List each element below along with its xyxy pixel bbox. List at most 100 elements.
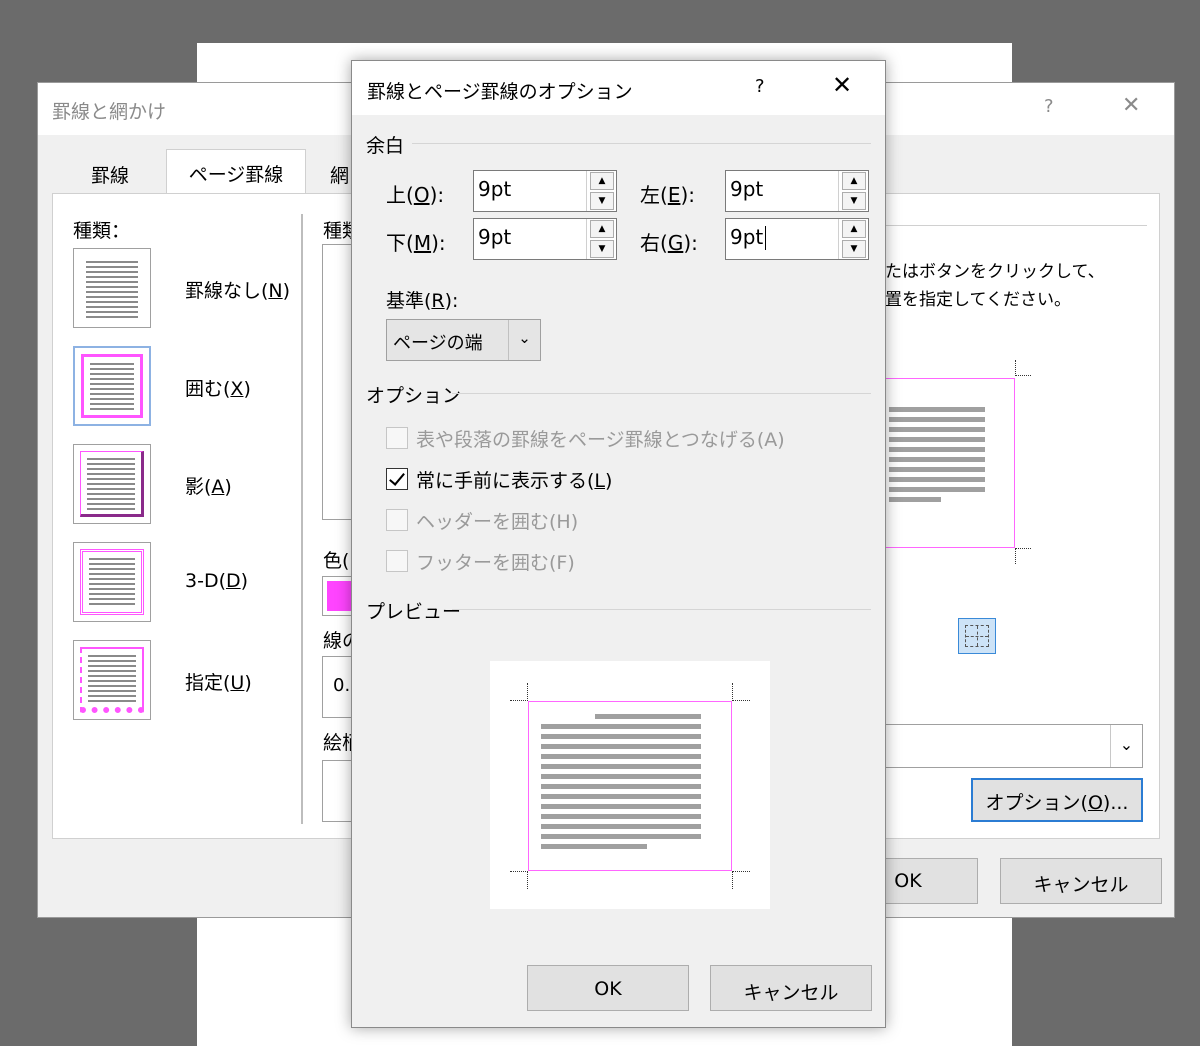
surround-footer-checkbox[interactable] — [386, 550, 408, 572]
text-line — [87, 503, 135, 505]
tab-borders[interactable]: 罫線 — [53, 151, 167, 193]
page-thumbnail — [80, 549, 144, 615]
setting-label-custom: 指定(U) — [185, 672, 252, 694]
setting-label-box: 囲む(X) — [185, 378, 251, 400]
close-icon[interactable]: ✕ — [1122, 93, 1140, 118]
close-icon[interactable]: ✕ — [832, 71, 852, 99]
top-margin-spinner[interactable]: 9pt ▲ ▼ — [473, 170, 617, 212]
text-line — [86, 281, 138, 283]
text-line — [89, 598, 135, 600]
spin-down-icon[interactable]: ▼ — [590, 192, 614, 210]
spin-up-icon[interactable]: ▲ — [590, 172, 614, 190]
page-thumbnail — [80, 255, 144, 321]
right-margin-value[interactable]: 9pt — [730, 225, 763, 249]
border-options-dialog: 罫線とページ罫線のオプション ? ✕ 余白 上(O): 9pt ▲ ▼ 左(E):… — [351, 60, 886, 1028]
apply-to-select[interactable]: ⌄ — [885, 724, 1143, 768]
right-margin-label: 右(G): — [640, 231, 698, 255]
text-line — [89, 593, 135, 595]
text-line — [89, 568, 135, 570]
spin-up-icon[interactable]: ▲ — [842, 172, 866, 190]
text-line — [86, 296, 138, 298]
page-thumbnail — [80, 451, 144, 517]
preview-group-label: プレビュー — [366, 601, 462, 623]
text-line — [87, 493, 135, 495]
text-line — [90, 393, 134, 395]
chevron-down-icon: ⌄ — [1110, 725, 1142, 767]
right-margin-spinner[interactable]: 9pt ▲ ▼ — [725, 218, 869, 260]
text-line — [90, 383, 134, 385]
text-line — [90, 373, 134, 375]
help-button[interactable]: ? — [1044, 96, 1054, 117]
help-button[interactable]: ? — [755, 76, 765, 97]
text-line — [86, 316, 138, 318]
join-borders-checkbox[interactable] — [386, 427, 408, 449]
setting-header: 種類： — [73, 220, 131, 242]
text-line — [86, 286, 138, 288]
corner-mark — [732, 871, 750, 889]
bottom-margin-value[interactable]: 9pt — [478, 225, 511, 249]
options-button[interactable]: オプション(O)... — [971, 778, 1143, 822]
text-line — [90, 398, 134, 400]
surround-header-checkbox[interactable] — [386, 509, 408, 531]
bottom-margin-spinner[interactable]: 9pt ▲ ▼ — [473, 218, 617, 260]
text-line — [87, 478, 135, 480]
setting-3d[interactable] — [73, 542, 151, 622]
setting-none[interactable] — [73, 248, 151, 328]
text-caret — [765, 226, 766, 250]
text-line — [86, 276, 138, 278]
always-front-checkbox[interactable] — [386, 468, 408, 490]
bottom-margin-label: 下(M): — [386, 231, 446, 255]
left-margin-spinner[interactable]: 9pt ▲ ▼ — [725, 170, 869, 212]
text-line — [89, 588, 135, 590]
preview-divider — [885, 225, 1147, 226]
chevron-down-icon: ⌄ — [508, 320, 540, 360]
spin-down-icon[interactable]: ▼ — [590, 240, 614, 258]
text-line — [90, 388, 134, 390]
border-grid-button[interactable] — [958, 618, 996, 654]
setting-custom[interactable] — [73, 640, 151, 720]
text-line — [88, 665, 136, 667]
text-line — [86, 311, 138, 313]
tab-page-border[interactable]: ページ罫線 — [166, 149, 306, 195]
color-label: 色( — [323, 550, 350, 572]
spin-down-icon[interactable]: ▼ — [842, 192, 866, 210]
setting-label-none: 罫線なし(N) — [185, 280, 291, 302]
text-line — [90, 408, 134, 410]
text-line — [89, 578, 135, 580]
left-margin-value[interactable]: 9pt — [730, 177, 763, 201]
group-divider — [452, 609, 871, 610]
setting-label-shadow: 影(A) — [185, 476, 232, 498]
text-line — [89, 558, 135, 560]
basis-label: 基準(R): — [386, 290, 459, 312]
spin-down-icon[interactable]: ▼ — [842, 240, 866, 258]
spin-up-icon[interactable]: ▲ — [842, 220, 866, 238]
setting-label-3d: 3-D(D) — [185, 570, 249, 592]
ok-button[interactable]: OK — [527, 965, 689, 1011]
text-line — [88, 655, 136, 657]
cancel-button[interactable]: キャンセル — [710, 965, 872, 1011]
text-line — [87, 473, 135, 475]
text-line — [88, 695, 136, 697]
cancel-button[interactable]: キャンセル — [1000, 858, 1162, 904]
preview-area — [490, 661, 770, 909]
text-line — [88, 700, 136, 702]
group-divider — [452, 393, 871, 394]
basis-select[interactable]: ページの端 ⌄ — [386, 319, 541, 361]
surround-footer-label: フッターを囲む(F) — [416, 552, 575, 574]
setting-box[interactable] — [73, 346, 151, 426]
text-line — [87, 458, 135, 460]
text-line — [90, 368, 134, 370]
text-line — [88, 680, 136, 682]
text-line — [89, 583, 135, 585]
text-line — [86, 301, 138, 303]
setting-shadow[interactable] — [73, 444, 151, 524]
top-margin-value[interactable]: 9pt — [478, 177, 511, 201]
text-line — [87, 498, 135, 500]
corner-mark — [1015, 548, 1031, 564]
text-line — [89, 603, 135, 605]
text-line — [89, 573, 135, 575]
title-bar: 罫線とページ罫線のオプション ? ✕ — [352, 61, 885, 115]
corner-mark — [510, 871, 528, 889]
spin-up-icon[interactable]: ▲ — [590, 220, 614, 238]
corner-mark — [732, 683, 750, 701]
